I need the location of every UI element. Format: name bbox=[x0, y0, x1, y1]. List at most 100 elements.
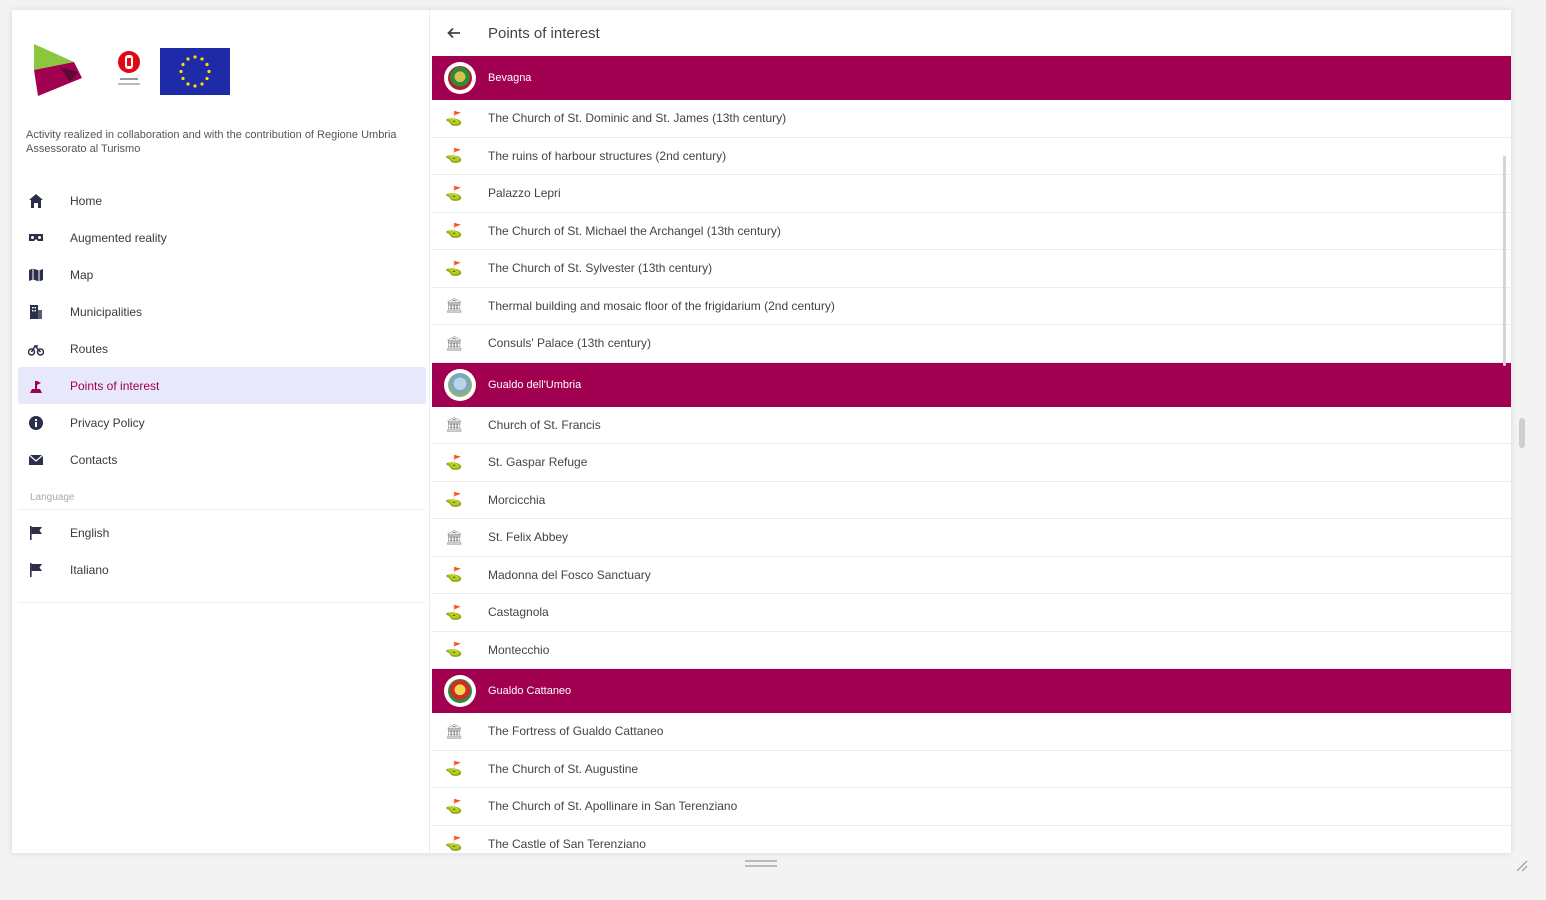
monument-icon: ⛳ bbox=[445, 222, 463, 239]
list-item[interactable]: 🏛 Consuls' Palace (13th century) bbox=[432, 325, 1511, 363]
main-nav: Home Augmented reality Map Municipalitie… bbox=[18, 182, 426, 478]
sidebar: Activity realized in collaboration and w… bbox=[12, 10, 430, 853]
language-option-italiano[interactable]: Italiano bbox=[18, 551, 426, 588]
page-title: Points of interest bbox=[488, 24, 600, 42]
monument-icon: ⛳ bbox=[445, 797, 463, 814]
resize-grip-icon[interactable] bbox=[1514, 858, 1528, 872]
list-item[interactable]: 🏛 Thermal building and mosaic floor of th… bbox=[432, 288, 1511, 325]
top-bar: Points of interest bbox=[432, 10, 1511, 56]
landmark-icon bbox=[28, 378, 44, 394]
group-header-gualdo-dell-umbria[interactable]: Gualdo dell'Umbria bbox=[432, 362, 1511, 407]
poi-label: St. Gaspar Refuge bbox=[488, 455, 588, 470]
list-item[interactable]: ⛳ The Church of St. Dominic and St. James… bbox=[432, 100, 1511, 138]
sponsor-tagline: Activity realized in collaboration and w… bbox=[26, 129, 397, 155]
arrow-left-icon bbox=[447, 27, 460, 39]
flag-icon bbox=[28, 562, 44, 578]
museum-icon: 🏛 bbox=[445, 334, 463, 351]
list-item[interactable]: ⛳ Morcicchia bbox=[432, 482, 1511, 519]
window-scrollbar[interactable] bbox=[1519, 418, 1525, 448]
list-item[interactable]: ⛳ The ruins of harbour structures (2nd ce… bbox=[432, 138, 1511, 175]
monument-icon: ⛳ bbox=[445, 641, 463, 658]
list-item[interactable]: ⛳ The Castle of San Terenziano bbox=[432, 826, 1511, 854]
poi-label: Palazzo Lepri bbox=[488, 186, 561, 201]
list-item[interactable]: 🏛 Church of St. Francis bbox=[432, 407, 1511, 444]
eu-flag-logo bbox=[160, 48, 230, 95]
list-item[interactable]: ⛳ The Church of St. Sylvester (13th centu… bbox=[432, 250, 1511, 288]
nav-label: Contacts bbox=[70, 452, 118, 467]
list-item[interactable]: ⛳ St. Gaspar Refuge bbox=[432, 444, 1511, 482]
nav-label: Points of interest bbox=[70, 378, 160, 393]
municipality-crest bbox=[444, 368, 476, 401]
nav-label: Augmented reality bbox=[70, 230, 167, 245]
main-content: Points of interest Bevagna ⛳ The Church o… bbox=[432, 10, 1511, 853]
app-window: Activity realized in collaboration and w… bbox=[12, 10, 1511, 853]
nav-label: Privacy Policy bbox=[70, 415, 145, 430]
group-header-gualdo-cattaneo[interactable]: Gualdo Cattaneo bbox=[432, 669, 1511, 713]
back-button[interactable] bbox=[434, 10, 474, 56]
poi-label: Church of St. Francis bbox=[488, 417, 601, 432]
poi-label: St. Felix Abbey bbox=[488, 530, 569, 545]
poi-list[interactable]: Bevagna ⛳ The Church of St. Dominic and S… bbox=[432, 56, 1511, 853]
nav-item-routes[interactable]: Routes bbox=[18, 330, 426, 367]
nav-label: Routes bbox=[70, 341, 109, 356]
museum-icon: 🏛 bbox=[445, 297, 463, 314]
regione-umbria-logo bbox=[118, 51, 140, 85]
list-scrollbar[interactable] bbox=[1503, 156, 1506, 366]
monument-icon: ⛳ bbox=[445, 603, 463, 620]
poi-label: Montecchio bbox=[488, 642, 550, 657]
list-item[interactable]: ⛳ Palazzo Lepri bbox=[432, 175, 1511, 213]
language-option-english[interactable]: English bbox=[18, 514, 426, 551]
list-item[interactable]: ⛳ The Church of St. Augustine bbox=[432, 751, 1511, 788]
bicycle-icon bbox=[28, 341, 44, 357]
monument-icon: ⛳ bbox=[445, 109, 463, 126]
poi-label: The Church of St. Michael the Archangel … bbox=[488, 223, 781, 238]
list-item[interactable]: 🏛 The Fortress of Gualdo Cattaneo bbox=[432, 713, 1511, 751]
list-item[interactable]: ⛳ Castagnola bbox=[432, 594, 1511, 632]
museum-icon: 🏛 bbox=[445, 722, 463, 739]
list-item[interactable]: ⛳ The Church of St. Michael the Archangel… bbox=[432, 213, 1511, 250]
poi-label: The ruins of harbour structures (2nd cen… bbox=[488, 148, 727, 163]
nav-item-points-of-interest[interactable]: Points of interest bbox=[18, 367, 426, 404]
monument-icon: ⛳ bbox=[445, 453, 463, 470]
monument-icon: ⛳ bbox=[445, 566, 463, 583]
poi-label: Consuls' Palace (13th century) bbox=[488, 336, 652, 351]
poi-label: The Fortress of Gualdo Cattaneo bbox=[488, 724, 664, 739]
language-section: Language English Italiano bbox=[18, 490, 426, 588]
flag-icon bbox=[28, 525, 44, 541]
nav-label: Home bbox=[70, 193, 103, 208]
nav-item-contacts[interactable]: Contacts bbox=[18, 441, 426, 478]
nav-item-home[interactable]: Home bbox=[18, 182, 426, 219]
poi-label: Madonna del Fosco Sanctuary bbox=[488, 567, 651, 582]
nav-label: Map bbox=[70, 267, 94, 282]
nav-item-privacy-policy[interactable]: Privacy Policy bbox=[18, 404, 426, 441]
poi-label: The Church of St. Sylvester (13th centur… bbox=[488, 261, 713, 276]
language-header: Language bbox=[18, 490, 426, 510]
group-name: Bevagna bbox=[488, 72, 532, 84]
group-name: Gualdo Cattaneo bbox=[488, 685, 572, 697]
nav-label: Municipalities bbox=[70, 304, 143, 319]
list-item[interactable]: ⛳ Montecchio bbox=[432, 632, 1511, 669]
poi-label: Morcicchia bbox=[488, 492, 546, 507]
poi-label: The Castle of San Terenziano bbox=[488, 836, 646, 851]
museum-icon: 🏛 bbox=[445, 416, 463, 433]
poi-label: The Church of St. Augustine bbox=[488, 761, 639, 776]
group-name: Gualdo dell'Umbria bbox=[488, 378, 582, 391]
map-icon bbox=[28, 267, 44, 283]
nav-item-map[interactable]: Map bbox=[18, 256, 426, 293]
group-header-bevagna[interactable]: Bevagna bbox=[432, 56, 1511, 100]
monument-icon: ⛳ bbox=[445, 760, 463, 777]
drag-handle[interactable] bbox=[745, 860, 777, 870]
list-item[interactable]: ⛳ Madonna del Fosco Sanctuary bbox=[432, 557, 1511, 594]
nav-item-municipalities[interactable]: Municipalities bbox=[18, 293, 426, 330]
monument-icon: ⛳ bbox=[445, 835, 463, 852]
vr-glasses-icon bbox=[28, 230, 44, 246]
municipality-crest bbox=[444, 675, 476, 707]
list-item[interactable]: 🏛 St. Felix Abbey bbox=[432, 519, 1511, 557]
list-item[interactable]: ⛳ The Church of St. Apollinare in San Ter… bbox=[432, 788, 1511, 826]
nav-item-augmented-reality[interactable]: Augmented reality bbox=[18, 219, 426, 256]
poi-label: The Church of St. Apollinare in San Tere… bbox=[488, 799, 738, 814]
poi-label: The Church of St. Dominic and St. James … bbox=[488, 111, 787, 126]
language-label: English bbox=[70, 525, 110, 540]
municipality-crest bbox=[444, 62, 476, 94]
language-label: Italiano bbox=[70, 562, 109, 577]
